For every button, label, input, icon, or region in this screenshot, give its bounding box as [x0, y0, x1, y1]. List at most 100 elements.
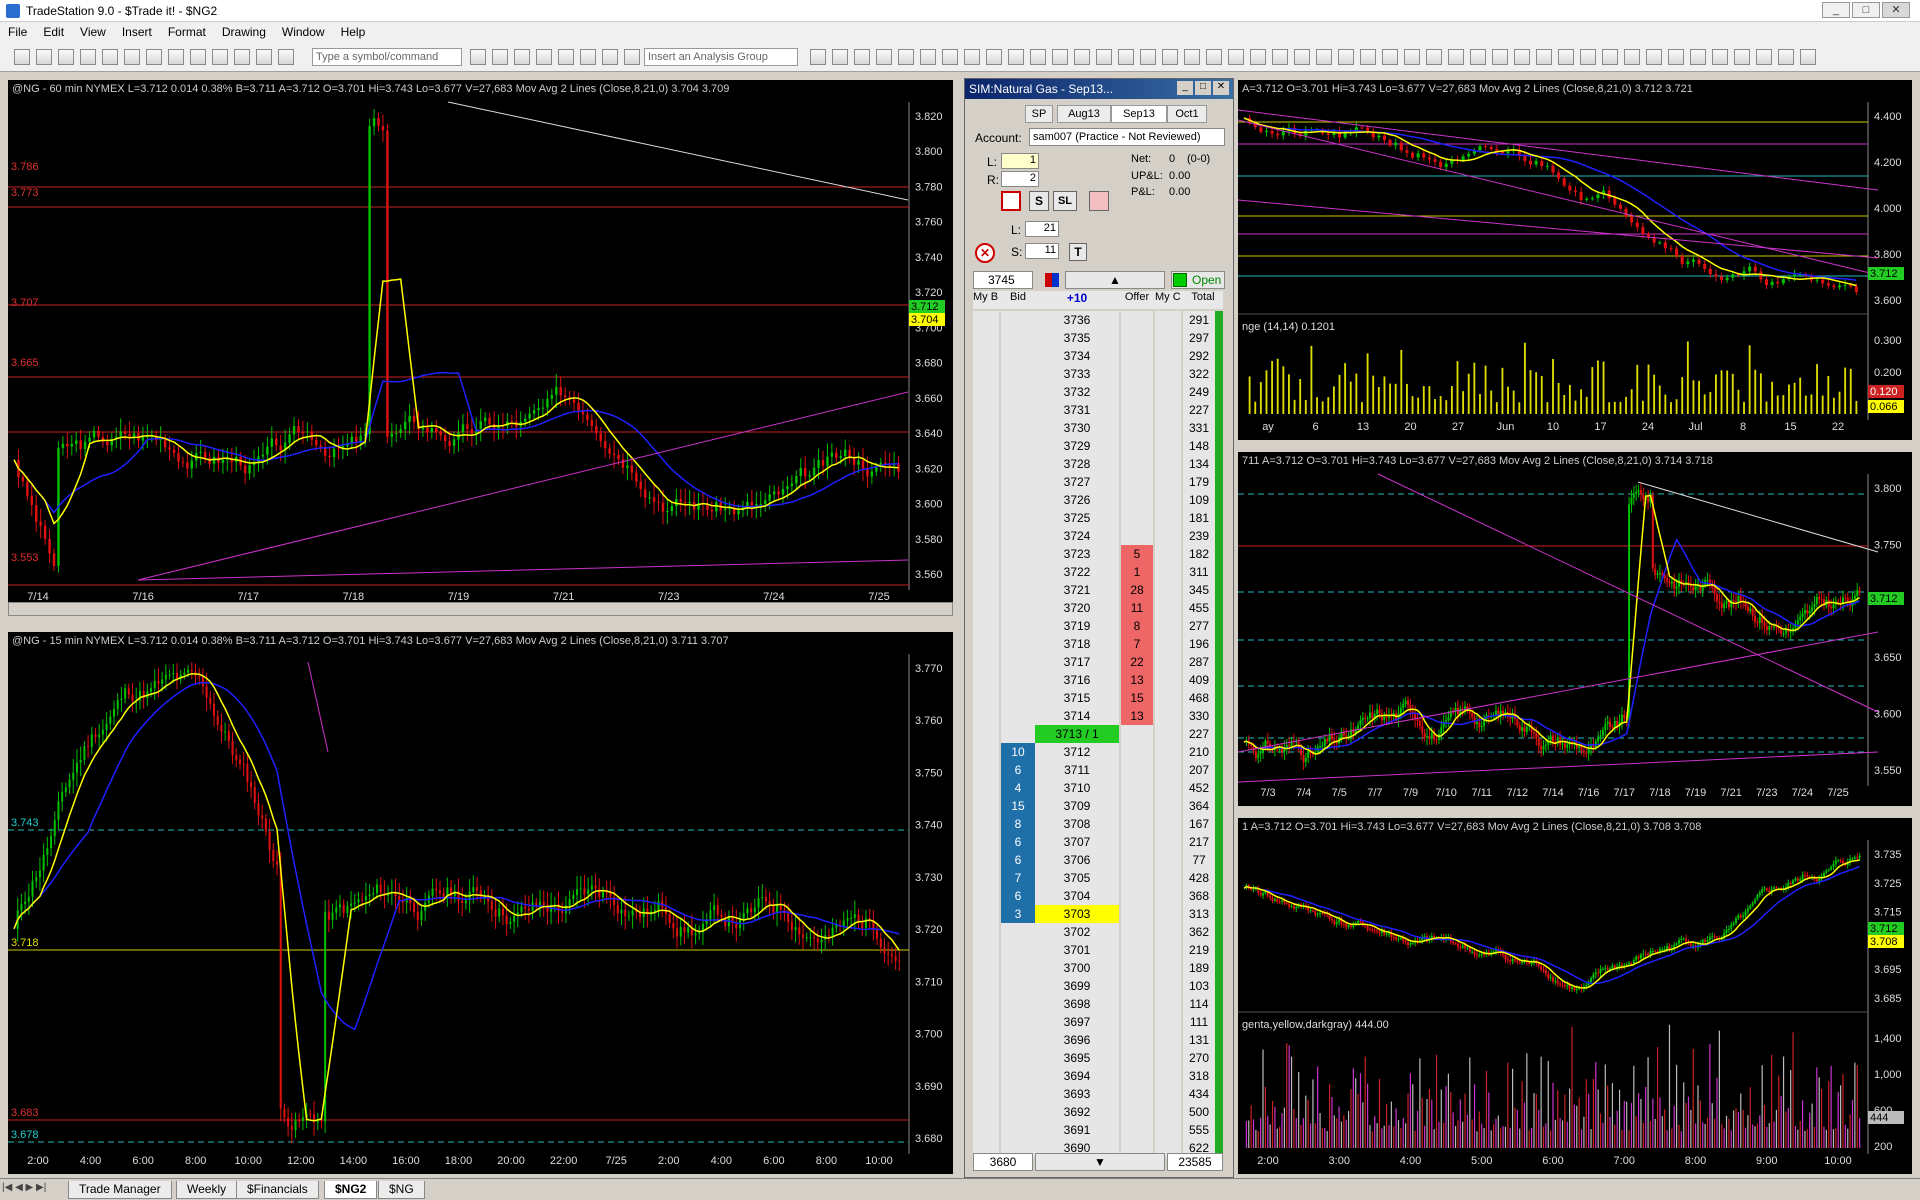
my-bid-cell[interactable]	[973, 1049, 999, 1067]
ladder-row[interactable]: 3717 22 287	[973, 653, 1223, 671]
total-cell[interactable]: 182	[1183, 545, 1215, 563]
toolbar-tool-icon[interactable]	[1448, 49, 1464, 65]
my-offer-cell[interactable]	[1155, 329, 1181, 347]
toolbar-tool-icon[interactable]	[168, 49, 184, 65]
ladder-row[interactable]: 3713 / 1 227	[973, 725, 1223, 743]
my-offer-cell[interactable]	[1155, 1013, 1181, 1031]
my-bid-cell[interactable]	[973, 815, 999, 833]
toolbar-tool-icon[interactable]	[1360, 49, 1376, 65]
toolbar-tool-icon[interactable]	[1492, 49, 1508, 65]
total-cell[interactable]: 227	[1183, 725, 1215, 743]
ladder-row[interactable]: 3694 318	[973, 1067, 1223, 1085]
my-bid-cell[interactable]	[973, 635, 999, 653]
toolbar-tool-icon[interactable]	[1228, 49, 1244, 65]
price-cell[interactable]: 3727	[1035, 473, 1119, 491]
ladder-row[interactable]: 3725 181	[973, 509, 1223, 527]
my-bid-cell[interactable]	[973, 1067, 999, 1085]
price-cell[interactable]: 3728	[1035, 455, 1119, 473]
minimize-button[interactable]: _	[1822, 2, 1850, 18]
my-offer-cell[interactable]	[1155, 779, 1181, 797]
price-cell[interactable]: 3715	[1035, 689, 1119, 707]
my-bid-cell[interactable]	[973, 491, 999, 509]
bid-cell[interactable]	[1001, 995, 1035, 1013]
menu-help[interactable]: Help	[333, 25, 374, 39]
my-offer-cell[interactable]	[1155, 743, 1181, 761]
total-volume-bar[interactable]	[1215, 653, 1223, 671]
offer-cell[interactable]	[1121, 419, 1153, 437]
total-cell[interactable]: 287	[1183, 653, 1215, 671]
ladder-row[interactable]: 3722 1 311	[973, 563, 1223, 581]
total-cell[interactable]: 292	[1183, 347, 1215, 365]
total-cell[interactable]: 291	[1183, 311, 1215, 329]
price-cell[interactable]: 3717	[1035, 653, 1119, 671]
toolbar-tool-icon[interactable]	[36, 49, 52, 65]
my-bid-cell[interactable]	[973, 365, 999, 383]
bid-cell[interactable]: 15	[1001, 797, 1035, 815]
my-bid-cell[interactable]	[973, 977, 999, 995]
toolbar-tool-icon[interactable]	[1404, 49, 1420, 65]
menu-window[interactable]: Window	[274, 25, 333, 39]
total-cell[interactable]: 249	[1183, 383, 1215, 401]
price-cell[interactable]: 3698	[1035, 995, 1119, 1013]
scroll-down-button[interactable]: ▼	[1035, 1153, 1165, 1171]
offer-cell[interactable]: 5	[1121, 545, 1153, 563]
bid-cell[interactable]	[1001, 671, 1035, 689]
offer-cell[interactable]	[1121, 527, 1153, 545]
price-cell[interactable]: 3720	[1035, 599, 1119, 617]
bid-cell[interactable]	[1001, 1049, 1035, 1067]
ladder-row[interactable]: 3719 8 277	[973, 617, 1223, 635]
maximize-button[interactable]: □	[1852, 2, 1880, 18]
tab-sp[interactable]: SP	[1025, 105, 1053, 123]
price-cell[interactable]: 3696	[1035, 1031, 1119, 1049]
total-volume-bar[interactable]	[1215, 869, 1223, 887]
tab-nav-arrows[interactable]: |◀ ◀ ▶ ▶|	[2, 1182, 64, 1197]
price-cell[interactable]: 3713 / 1	[1035, 725, 1119, 743]
ladder-row[interactable]: 3691 555	[973, 1121, 1223, 1139]
my-bid-cell[interactable]	[973, 941, 999, 959]
total-volume-bar[interactable]	[1215, 851, 1223, 869]
my-offer-cell[interactable]	[1155, 1103, 1181, 1121]
total-volume-bar[interactable]	[1215, 923, 1223, 941]
toolbar-tool-icon[interactable]	[810, 49, 826, 65]
ladder-minimize-button[interactable]: _	[1177, 81, 1193, 95]
bid-cell[interactable]	[1001, 545, 1035, 563]
price-cell[interactable]: 3733	[1035, 365, 1119, 383]
toolbar-tool-icon[interactable]	[964, 49, 980, 65]
bid-cell[interactable]	[1001, 491, 1035, 509]
offer-cell[interactable]	[1121, 1085, 1153, 1103]
total-volume-bar[interactable]	[1215, 725, 1223, 743]
bid-cell[interactable]: 10	[1001, 743, 1035, 761]
s-button[interactable]: S	[1029, 191, 1049, 211]
offer-cell[interactable]	[1121, 905, 1153, 923]
ladder-row[interactable]: 3726 109	[973, 491, 1223, 509]
my-bid-cell[interactable]	[973, 887, 999, 905]
toolbar-tool-icon[interactable]	[1140, 49, 1156, 65]
ladder-row[interactable]: 15 3709 364	[973, 797, 1223, 815]
grid-icon[interactable]	[1001, 191, 1021, 211]
tab-ng[interactable]: $NG	[378, 1181, 425, 1199]
total-cell[interactable]: 368	[1183, 887, 1215, 905]
bid-cell[interactable]	[1001, 923, 1035, 941]
my-bid-cell[interactable]	[973, 473, 999, 491]
total-volume-bar[interactable]	[1215, 617, 1223, 635]
my-offer-cell[interactable]	[1155, 1031, 1181, 1049]
toolbar-tool-icon[interactable]	[256, 49, 272, 65]
bid-cell[interactable]	[1001, 401, 1035, 419]
ladder-row[interactable]: 3716 13 409	[973, 671, 1223, 689]
offer-cell[interactable]: 22	[1121, 653, 1153, 671]
price-cell[interactable]: 3691	[1035, 1121, 1119, 1139]
bid-cell[interactable]	[1001, 1121, 1035, 1139]
toolbar-tool-icon[interactable]	[624, 49, 640, 65]
bid-cell[interactable]	[1001, 329, 1035, 347]
total-cell[interactable]: 297	[1183, 329, 1215, 347]
tab-financials[interactable]: $Financials	[236, 1181, 319, 1199]
total-cell[interactable]: 239	[1183, 527, 1215, 545]
total-cell[interactable]: 179	[1183, 473, 1215, 491]
my-bid-cell[interactable]	[973, 761, 999, 779]
my-offer-cell[interactable]	[1155, 671, 1181, 689]
offer-cell[interactable]	[1121, 743, 1153, 761]
toolbar-tool-icon[interactable]	[1756, 49, 1772, 65]
bid-cell[interactable]	[1001, 419, 1035, 437]
my-offer-cell[interactable]	[1155, 851, 1181, 869]
offer-cell[interactable]: 13	[1121, 707, 1153, 725]
